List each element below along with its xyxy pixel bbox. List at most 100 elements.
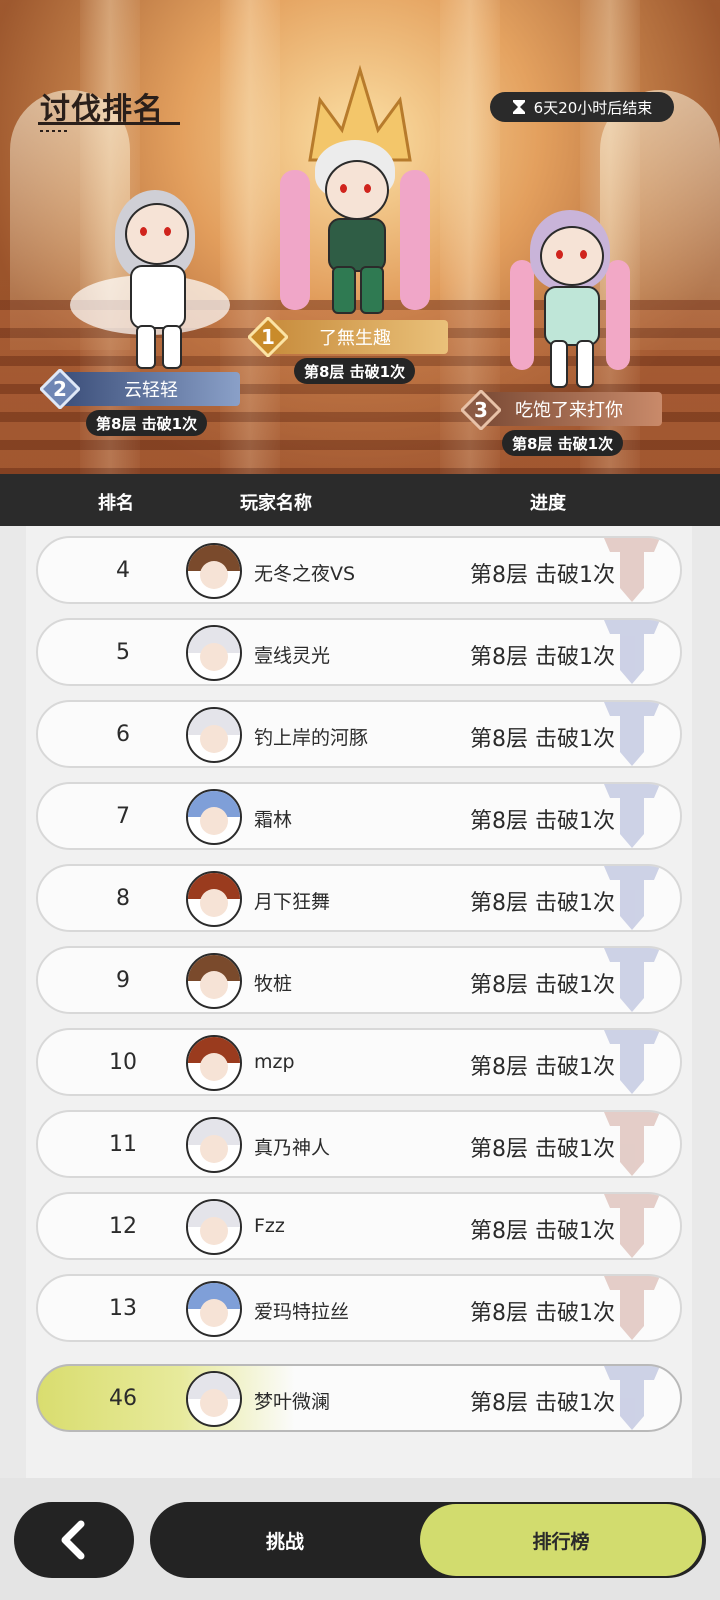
timer-text: 6天20小时后结束 xyxy=(533,98,653,117)
character-leg xyxy=(576,340,594,388)
tab-challenge[interactable]: 挑战 xyxy=(150,1502,420,1578)
blue-hair-avatar[interactable] xyxy=(186,789,242,845)
title-dots xyxy=(40,130,70,132)
table-row[interactable]: 11 真乃神人 第8层 击破1次 xyxy=(36,1110,682,1178)
character-eye xyxy=(580,250,587,259)
podium-character-1[interactable] xyxy=(280,140,430,320)
podium-1-namebar: 了無生趣 xyxy=(262,320,448,354)
character-eye xyxy=(164,227,171,236)
title-underline xyxy=(38,122,180,125)
row-rank: 10 xyxy=(109,1050,137,1075)
avatar-face xyxy=(200,561,228,589)
self-rank-row[interactable]: 46 梦叶微澜 第8层 击破1次 xyxy=(36,1364,682,1432)
blue-hair-avatar[interactable] xyxy=(186,1281,242,1337)
player-name: Fzz xyxy=(254,1215,285,1237)
witch-hat-avatar[interactable] xyxy=(186,1035,242,1091)
rank-2-badge: 2 xyxy=(38,367,82,411)
avatar-face xyxy=(200,1217,228,1245)
faction-emblem-icon xyxy=(604,538,660,602)
faction-emblem-icon xyxy=(604,1030,660,1094)
ranking-list[interactable]: 4 无冬之夜VS 第8层 击破1次 5 壹线灵光 第8层 击破1次 6 钓上岸的河豚 第8层 击… xyxy=(26,526,692,1478)
podium-3-namebar: 吃饱了来打你 xyxy=(476,392,662,426)
avatar-face xyxy=(200,807,228,835)
pink-ribbon xyxy=(510,260,534,370)
white-hair-avatar[interactable] xyxy=(186,1371,242,1427)
avatar-face xyxy=(200,643,228,671)
character-head xyxy=(325,160,389,220)
event-timer: 6天20小时后结束 xyxy=(490,92,674,122)
character-leg xyxy=(550,340,568,388)
pink-ribbon xyxy=(280,170,310,310)
faction-emblem-icon xyxy=(604,1276,660,1340)
character-leg xyxy=(360,266,384,314)
table-row[interactable]: 10 mzp 第8层 击破1次 xyxy=(36,1028,682,1096)
faction-emblem-icon xyxy=(604,1112,660,1176)
bottom-bar: 挑战 排行榜 xyxy=(0,1478,720,1600)
character-leg xyxy=(136,325,156,369)
podium-1-progress: 第8层 击破1次 xyxy=(294,358,416,384)
character-leg xyxy=(332,266,356,314)
header-player-name: 玩家名称 xyxy=(240,493,312,514)
player-name: 无冬之夜VS xyxy=(254,563,356,585)
faction-emblem-icon xyxy=(604,702,660,766)
avatar-face xyxy=(200,725,228,753)
podium-banner: 讨伐排名 6天20小时后结束 云轻轻 2 第8层 击破1次 了無生趣 1 第8层… xyxy=(0,0,720,474)
player-name: 霜林 xyxy=(254,809,293,831)
brown-hair-avatar[interactable] xyxy=(186,543,242,599)
avatar-face xyxy=(200,971,228,999)
player-name: mzp xyxy=(254,1051,295,1073)
table-row[interactable]: 5 壹线灵光 第8层 击破1次 xyxy=(36,618,682,686)
tab-ranking[interactable]: 排行榜 xyxy=(420,1504,702,1576)
row-rank: 8 xyxy=(116,886,130,911)
row-rank: 9 xyxy=(116,968,130,993)
table-row[interactable]: 8 月下狂舞 第8层 击破1次 xyxy=(36,864,682,932)
back-button[interactable] xyxy=(14,1502,134,1578)
header-rank: 排名 xyxy=(98,493,134,514)
row-rank: 6 xyxy=(116,722,130,747)
faction-emblem-icon xyxy=(604,620,660,684)
avatar-face xyxy=(200,1053,228,1081)
row-rank: 46 xyxy=(109,1386,137,1411)
table-row[interactable]: 4 无冬之夜VS 第8层 击破1次 xyxy=(36,536,682,604)
character-body xyxy=(544,286,600,346)
rank-1-number: 1 xyxy=(261,325,275,349)
player-name: 壹线灵光 xyxy=(254,645,331,667)
table-row[interactable]: 13 爱玛特拉丝 第8层 击破1次 xyxy=(36,1274,682,1342)
player-name: 爱玛特拉丝 xyxy=(254,1301,350,1323)
faction-emblem-icon xyxy=(604,948,660,1012)
row-rank: 12 xyxy=(109,1214,137,1239)
row-rank: 11 xyxy=(109,1132,137,1157)
faction-emblem-icon xyxy=(604,866,660,930)
faction-emblem-icon xyxy=(604,784,660,848)
rank-3-number: 3 xyxy=(474,398,488,422)
white-hair-avatar[interactable] xyxy=(186,707,242,763)
character-head xyxy=(125,203,189,265)
character-body xyxy=(130,265,186,329)
avatar-face xyxy=(200,1389,228,1417)
white-hair-avatar[interactable] xyxy=(186,1199,242,1255)
podium-2-name: 云轻轻 xyxy=(124,380,178,401)
character-leg xyxy=(162,325,182,369)
podium-character-2[interactable] xyxy=(70,185,230,375)
white-hair-avatar[interactable] xyxy=(186,625,242,681)
ranking-table-header: 排名 玩家名称 进度 xyxy=(0,474,720,526)
character-eye xyxy=(364,184,371,193)
rank-1-badge: 1 xyxy=(246,315,290,359)
witch-hat-avatar[interactable] xyxy=(186,871,242,927)
podium-character-3[interactable] xyxy=(510,200,630,390)
avatar-face xyxy=(200,1299,228,1327)
pink-ribbon xyxy=(606,260,630,370)
header-progress: 进度 xyxy=(530,493,566,514)
player-name: 钓上岸的河豚 xyxy=(254,727,369,749)
table-row[interactable]: 9 牧桩 第8层 击破1次 xyxy=(36,946,682,1014)
row-rank: 13 xyxy=(109,1296,137,1321)
row-rank: 4 xyxy=(116,558,130,583)
brown-hair-avatar[interactable] xyxy=(186,953,242,1009)
table-row[interactable]: 7 霜林 第8层 击破1次 xyxy=(36,782,682,850)
white-hair-avatar[interactable] xyxy=(186,1117,242,1173)
character-eye xyxy=(556,250,563,259)
table-row[interactable]: 12 Fzz 第8层 击破1次 xyxy=(36,1192,682,1260)
player-name: 牧桩 xyxy=(254,973,293,995)
table-row[interactable]: 6 钓上岸的河豚 第8层 击破1次 xyxy=(36,700,682,768)
character-body xyxy=(328,218,386,272)
